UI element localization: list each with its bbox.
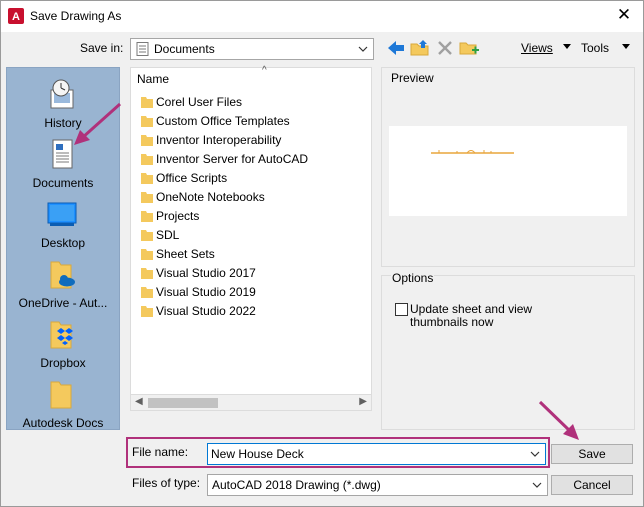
onedrive-folder-icon [50,261,75,289]
scrollbar-thumb[interactable] [148,398,218,408]
column-header-name[interactable]: Name [137,72,169,86]
folder-icon [141,249,153,260]
place-label: Autodesk Docs [22,416,104,430]
list-item[interactable]: Office Scripts [139,169,364,188]
scroll-left-icon[interactable]: ◀ [135,396,143,407]
place-label: OneDrive - Aut... [18,296,108,310]
folder-icon [141,97,153,108]
dialog-title: Save Drawing As [30,9,122,23]
folder-icon [141,154,153,165]
views-dropdown-icon[interactable] [563,44,571,50]
list-item[interactable]: OneNote Notebooks [139,188,364,207]
places-bar: History Documents Desktop OneDrive - Aut… [6,67,120,430]
folder-icon [141,116,153,127]
chevron-down-icon [532,482,542,488]
history-icon [50,79,74,109]
update-thumbnails-label[interactable]: Update sheet and view thumbnails now [410,303,550,329]
list-item[interactable]: Visual Studio 2019 [139,283,364,302]
folder-icon [141,306,153,317]
horizontal-scrollbar[interactable]: ◀ ▶ [130,394,372,411]
list-item[interactable]: Inventor Server for AutoCAD [139,150,364,169]
place-label: Dropbox [40,356,86,370]
options-label: Options [391,271,435,285]
place-desktop[interactable]: Desktop [7,194,119,252]
place-onedrive[interactable]: OneDrive - Aut... [7,254,119,312]
place-history[interactable]: History [7,74,119,132]
views-menu[interactable]: Views [521,41,553,55]
list-item[interactable]: Visual Studio 2022 [139,302,364,321]
documents-icon [136,42,149,56]
files-of-type-dropdown[interactable]: AutoCAD 2018 Drawing (*.dwg) [207,474,548,496]
place-autodesk-docs[interactable]: Autodesk Docs [7,374,119,432]
list-item[interactable]: Projects [139,207,364,226]
list-item[interactable]: Sheet Sets [139,245,364,264]
files-of-type-label: Files of type: [132,476,201,490]
dropbox-folder-icon [50,321,73,349]
file-name-label: File name: [132,445,189,459]
folder-icon [141,268,153,279]
file-name-value: New House Deck [211,447,304,461]
save-in-label: Save in: [80,41,124,55]
folder-icon [141,173,153,184]
list-item[interactable]: SDL [139,226,364,245]
options-group [381,275,635,430]
save-in-dropdown[interactable]: Documents [130,38,374,60]
preview-label: Preview [391,71,434,85]
folder-icon [141,287,153,298]
folder-icon [141,230,153,241]
folder-icon [141,192,153,203]
list-item[interactable]: Inventor Interoperability [139,131,364,150]
chevron-down-icon[interactable] [529,448,541,460]
cancel-button[interactable]: Cancel [551,475,633,495]
svg-text:A: A [12,11,20,23]
delete-icon[interactable] [434,38,456,58]
drawing-thumbnail [431,150,514,154]
place-label: History [44,116,82,130]
desktop-icon [47,202,77,226]
up-folder-icon[interactable] [409,38,431,58]
place-label: Desktop [40,236,86,250]
sort-ascending-icon: ^ [262,65,267,76]
back-arrow-icon[interactable] [385,38,407,58]
folder-icon [50,381,72,409]
save-in-value: Documents [154,42,215,56]
scroll-right-icon[interactable]: ▶ [359,396,367,407]
tools-dropdown-icon[interactable] [622,44,630,50]
place-dropbox[interactable]: Dropbox [7,314,119,372]
documents-icon [52,139,73,169]
list-item[interactable]: Visual Studio 2017 [139,264,364,283]
file-list[interactable]: Name ^ Corel User Files Custom Office Te… [130,65,372,410]
place-label: Documents [32,176,94,190]
autocad-logo-icon: A [8,8,24,24]
file-name-input[interactable]: New House Deck [207,443,546,465]
update-thumbnails-checkbox[interactable] [395,303,408,316]
new-folder-icon[interactable] [458,38,480,58]
save-button[interactable]: Save [551,444,633,464]
chevron-down-icon [358,46,368,52]
tools-menu[interactable]: Tools [581,41,609,55]
close-button[interactable]: ✕ [604,0,644,32]
list-item[interactable]: Corel User Files [139,93,364,112]
folder-icon [141,211,153,222]
folder-icon [141,135,153,146]
list-item[interactable]: Custom Office Templates [139,112,364,131]
preview-image [389,126,627,216]
files-of-type-value: AutoCAD 2018 Drawing (*.dwg) [212,478,381,492]
place-documents[interactable]: Documents [7,134,119,192]
